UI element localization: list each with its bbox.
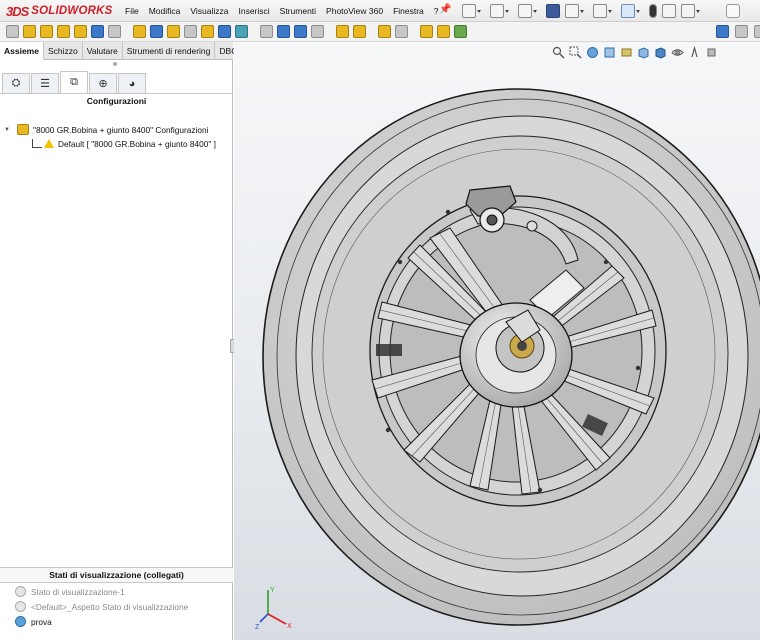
- display-state-icon: [15, 586, 26, 597]
- main-menu: File Modifica Visualizza Inserisci Strum…: [120, 0, 444, 22]
- options-gear-icon[interactable]: [681, 4, 700, 18]
- display-state-item[interactable]: <Default>_Aspetto Stato di visualizzazio…: [15, 600, 188, 613]
- file-properties-icon[interactable]: [662, 4, 676, 18]
- smart-fasteners-icon[interactable]: [74, 25, 87, 38]
- ds-logo-icon: 3DS: [6, 3, 29, 19]
- tab-strumenti-rendering[interactable]: Strumenti di rendering: [123, 42, 216, 60]
- measure-icon[interactable]: [395, 25, 408, 38]
- assembly-toolbar: [0, 22, 760, 42]
- open-document-icon[interactable]: [490, 4, 509, 18]
- manager-tabs: ⛭ ☰ ⧉ ⊕ ◕: [0, 71, 233, 94]
- bill-of-materials-icon[interactable]: [184, 25, 197, 38]
- menu-strumenti[interactable]: Strumenti: [275, 6, 321, 16]
- config-root-row[interactable]: ▼ "8000 GR.Bobina + giunto 8400" Configu…: [4, 123, 208, 136]
- close-document-icon[interactable]: [754, 25, 760, 38]
- tile-window-icon[interactable]: [716, 25, 729, 38]
- menu-file[interactable]: File: [120, 6, 144, 16]
- triad-y-label: Y: [270, 587, 275, 594]
- save-icon[interactable]: [546, 4, 560, 18]
- config-default-label: Default [ "8000 GR.Bobina + giunto 8400"…: [58, 138, 216, 149]
- tree-branch-icon: [32, 139, 42, 148]
- display-state-active-icon: [15, 616, 26, 627]
- collapse-arrow-icon[interactable]: ▼: [4, 127, 12, 133]
- reference-geometry-icon[interactable]: [150, 25, 163, 38]
- new-document-icon[interactable]: [462, 4, 481, 18]
- warning-icon: [44, 139, 54, 148]
- triad-x-label: X: [287, 623, 292, 630]
- displaymanager-tab-icon[interactable]: ◕: [118, 73, 146, 93]
- undo-icon[interactable]: [593, 4, 612, 18]
- select-cursor-icon[interactable]: [621, 4, 640, 18]
- make-drawing-icon[interactable]: [518, 4, 537, 18]
- configurationmanager-tab-icon[interactable]: ⧉: [60, 71, 88, 93]
- insert-component-icon[interactable]: [6, 25, 19, 38]
- display-state-label: <Default>_Aspetto Stato di visualizzazio…: [31, 601, 189, 612]
- solidworks-logo[interactable]: 3DS SOLIDWORKS: [6, 3, 113, 19]
- menu-bar: 3DS SOLIDWORKS File Modifica Visualizza …: [0, 0, 760, 22]
- quick-access-toolbar: [462, 0, 700, 22]
- traffic-light-icon[interactable]: [649, 4, 657, 18]
- update-speedpak-icon[interactable]: [235, 25, 248, 38]
- logo-text: SOLIDWORKS: [31, 5, 113, 17]
- graphics-area[interactable]: Y X Z: [234, 42, 760, 640]
- sketch-line-icon[interactable]: [294, 25, 307, 38]
- clearance-icon[interactable]: [353, 25, 366, 38]
- window-control-button[interactable]: [726, 4, 740, 18]
- tab-assieme[interactable]: Assieme: [0, 42, 44, 60]
- display-states-header: Stati di visualizzazione (collegati): [0, 567, 233, 583]
- snapshot-icon[interactable]: [260, 25, 273, 38]
- large-assembly-icon[interactable]: [277, 25, 290, 38]
- dimxpertmanager-tab-icon[interactable]: ⊕: [89, 73, 117, 93]
- display-state-icon: [15, 601, 26, 612]
- display-state-label: Stato di visualizzazione-1: [31, 586, 125, 597]
- display-state-item-active[interactable]: prova: [15, 615, 52, 628]
- assembly-features-icon[interactable]: [133, 25, 146, 38]
- show-hidden-icon[interactable]: [108, 25, 121, 38]
- move-component-icon[interactable]: [91, 25, 104, 38]
- mate-icon[interactable]: [23, 25, 36, 38]
- menu-finestra[interactable]: Finestra: [388, 6, 429, 16]
- section-properties-icon[interactable]: [437, 25, 450, 38]
- propertymanager-tab-icon[interactable]: ☰: [31, 73, 59, 93]
- command-manager-tabs: Assieme Schizzo Valutare Strumenti di re…: [0, 42, 255, 60]
- interference-icon[interactable]: [336, 25, 349, 38]
- tab-valutare[interactable]: Valutare: [83, 42, 123, 60]
- check-icon[interactable]: [454, 25, 467, 38]
- component-preview-icon[interactable]: [40, 25, 53, 38]
- restore-window-icon[interactable]: [735, 25, 748, 38]
- point-icon[interactable]: [311, 25, 324, 38]
- spool-reel-model[interactable]: [234, 42, 760, 640]
- print-icon[interactable]: [565, 4, 584, 18]
- mass-properties-icon[interactable]: [420, 25, 433, 38]
- tab-schizzo[interactable]: Schizzo: [44, 42, 83, 60]
- new-motion-study-icon[interactable]: [167, 25, 180, 38]
- display-state-item[interactable]: Stato di visualizzazione-1: [15, 585, 125, 598]
- triad-z-label: Z: [255, 624, 260, 631]
- config-default-row[interactable]: Default [ "8000 GR.Bobina + giunto 8400"…: [32, 137, 216, 150]
- reference-triad: Y X Z: [255, 587, 292, 631]
- configurations-header: Configurazioni: [86, 96, 147, 106]
- configuration-manager-panel: ⛭ ☰ ⧉ ⊕ ◕ Configurazioni ▼ "8000 GR.Bobi…: [0, 60, 236, 640]
- menu-modifica[interactable]: Modifica: [144, 6, 186, 16]
- exploded-view-icon[interactable]: [201, 25, 214, 38]
- linear-pattern-icon[interactable]: [57, 25, 70, 38]
- hole-alignment-icon[interactable]: [378, 25, 391, 38]
- instant3d-icon[interactable]: [218, 25, 231, 38]
- menu-visualizza[interactable]: Visualizza: [185, 6, 233, 16]
- menu-photoview[interactable]: PhotoView 360: [321, 6, 388, 16]
- display-state-label: prova: [31, 616, 52, 627]
- featuremanager-tab-icon[interactable]: ⛭: [2, 73, 30, 93]
- pin-menu-icon[interactable]: 📌: [439, 4, 451, 18]
- config-root-label: "8000 GR.Bobina + giunto 8400" Configura…: [33, 124, 209, 135]
- assembly-config-icon: [17, 124, 29, 135]
- menu-inserisci[interactable]: Inserisci: [233, 6, 274, 16]
- panel-split-handle[interactable]: [113, 62, 117, 66]
